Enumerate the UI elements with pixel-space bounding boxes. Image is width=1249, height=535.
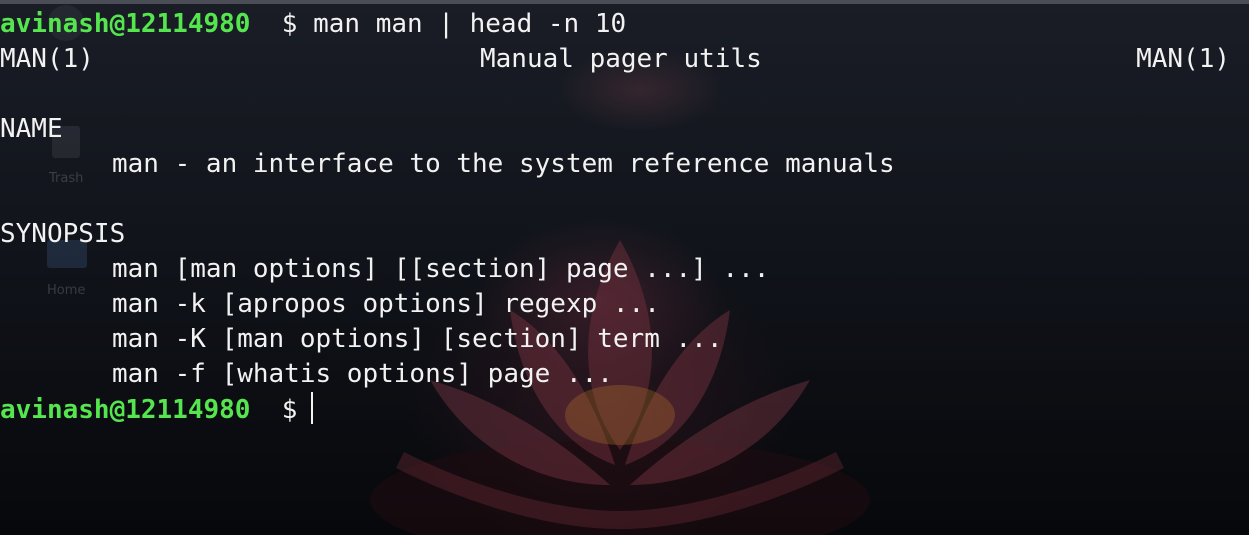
man-header-left: MAN(1): [0, 44, 94, 74]
terminal-output[interactable]: avinash@12114980 $ man man | head -n 10 …: [0, 7, 1249, 427]
text-cursor: [311, 392, 314, 424]
prompt-user: avinash@12114980: [0, 395, 251, 425]
man-header: MAN(1) Manual pager utils MAN(1): [0, 42, 1249, 77]
prompt-line[interactable]: avinash@12114980 $: [0, 392, 1249, 427]
prompt-user: avinash@12114980: [0, 9, 251, 39]
prompt-symbol: $: [281, 395, 298, 425]
name-description: man - an interface to the system referen…: [112, 149, 895, 179]
window-top-border: [0, 0, 1249, 4]
man-header-right: MAN(1): [1136, 44, 1230, 74]
synopsis-line: man -f [whatis options] page ...: [112, 359, 613, 389]
name-heading: NAME: [0, 114, 63, 144]
synopsis-line: man -k [apropos options] regexp ...: [112, 289, 660, 319]
command-text: man man | head -n 10: [313, 9, 627, 39]
synopsis-heading: SYNOPSIS: [0, 219, 126, 249]
man-header-center: Manual pager utils: [480, 44, 762, 74]
command-line: avinash@12114980 $ man man | head -n 10: [0, 7, 1249, 42]
prompt-symbol: $: [281, 9, 298, 39]
desktop-background: Trash Home avinash@12114980 $ man man | …: [0, 0, 1249, 535]
synopsis-line: man [man options] [[section] page ...] .…: [112, 254, 770, 284]
synopsis-line: man -K [man options] [section] term ...: [112, 324, 723, 354]
